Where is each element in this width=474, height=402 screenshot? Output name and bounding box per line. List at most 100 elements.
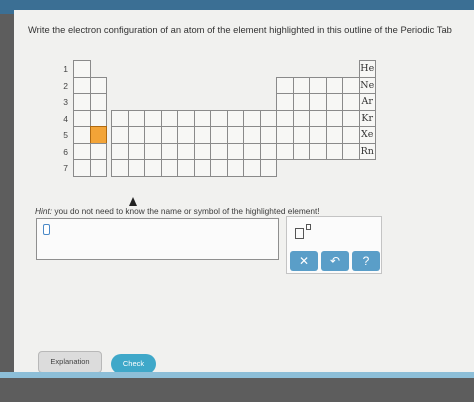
element-cell — [342, 109, 360, 127]
footer-strip — [0, 372, 474, 378]
element-cell — [111, 142, 129, 160]
element-cell — [259, 142, 277, 160]
element-cell — [292, 93, 310, 111]
help-button[interactable]: ? — [352, 251, 380, 271]
element-cell — [226, 109, 244, 127]
element-cell — [276, 126, 294, 144]
text-caret — [43, 224, 50, 235]
element-cell — [73, 126, 91, 144]
answer-input[interactable] — [36, 218, 279, 260]
element-cell — [193, 109, 211, 127]
element-cell: Xe — [358, 126, 376, 144]
element-cell — [73, 159, 91, 177]
explanation-button[interactable]: Explanation — [38, 351, 102, 373]
element-cell — [210, 126, 228, 144]
noble-gas-symbol: Ne — [360, 79, 375, 91]
period-label: 4 — [63, 113, 68, 124]
element-cell — [325, 93, 343, 111]
element-cell — [177, 142, 195, 160]
element-cell: He — [358, 60, 376, 78]
element-cell — [309, 142, 327, 160]
element-cell — [259, 159, 277, 177]
element-cell — [276, 76, 294, 94]
element-cell — [259, 109, 277, 127]
element-cell — [73, 109, 91, 127]
element-cell — [193, 142, 211, 160]
element-cell — [89, 109, 107, 127]
answer-toolbar: ✕ ↶ ? — [286, 216, 382, 274]
element-cell — [325, 142, 343, 160]
period-label: 6 — [63, 146, 68, 157]
undo-button[interactable]: ↶ — [321, 251, 349, 271]
element-cell — [325, 109, 343, 127]
element-cell — [144, 109, 162, 127]
element-cell — [177, 159, 195, 177]
element-cell — [243, 126, 261, 144]
noble-gas-symbol: He — [360, 63, 375, 74]
element-cell — [144, 142, 162, 160]
element-cell — [342, 126, 360, 144]
element-cell — [73, 93, 91, 111]
period-label: 1 — [63, 64, 68, 74]
element-cell — [160, 142, 178, 160]
element-cell — [177, 109, 195, 127]
element-cell — [325, 126, 343, 144]
element-cell — [73, 142, 91, 160]
hint-label: Hint: — [35, 206, 53, 216]
element-cell — [243, 142, 261, 160]
element-cell — [89, 76, 107, 94]
element-cell — [89, 142, 107, 160]
clear-button[interactable]: ✕ — [290, 251, 318, 271]
element-cell — [127, 159, 145, 177]
element-cell — [276, 142, 294, 160]
element-cell — [160, 126, 178, 144]
period-label: 3 — [63, 97, 68, 107]
element-cell — [127, 126, 145, 144]
element-cell — [325, 76, 343, 94]
element-cell — [160, 159, 178, 177]
element-cell — [259, 126, 277, 144]
element-cell — [210, 109, 228, 127]
element-cell — [309, 109, 327, 127]
element-cell — [292, 76, 310, 94]
element-cell: Ne — [358, 76, 376, 94]
element-cell — [292, 142, 310, 160]
hint: Hint: you do not need to know the name o… — [35, 206, 320, 216]
question-text: Write the electron configuration of an a… — [28, 24, 452, 35]
highlighted-element-cell — [89, 126, 107, 144]
element-cell — [111, 159, 129, 177]
check-button[interactable]: Check — [111, 354, 156, 374]
element-cell — [127, 142, 145, 160]
element-cell: Rn — [358, 142, 376, 160]
element-cell — [226, 159, 244, 177]
element-cell — [193, 126, 211, 144]
element-cell — [127, 109, 145, 127]
element-cell — [309, 76, 327, 94]
element-cell — [309, 93, 327, 111]
element-cell: Ar — [358, 93, 376, 111]
element-cell — [342, 142, 360, 160]
period-label: 7 — [63, 163, 68, 173]
element-cell — [226, 126, 244, 144]
element-cell — [89, 93, 107, 111]
mouse-cursor — [129, 197, 137, 206]
noble-gas-symbol: Kr — [361, 112, 374, 124]
element-cell — [144, 126, 162, 144]
element-cell — [309, 126, 327, 144]
element-cell — [160, 109, 178, 127]
element-cell — [210, 159, 228, 177]
question-panel: Write the electron configuration of an a… — [14, 10, 474, 375]
element-cell — [243, 109, 261, 127]
noble-gas-symbol: Ar — [361, 96, 373, 107]
element-cell — [276, 93, 294, 111]
element-cell — [292, 126, 310, 144]
element-cell — [73, 60, 91, 78]
hint-text: you do not need to know the name or symb… — [52, 206, 320, 216]
element-cell — [144, 159, 162, 177]
element-cell — [193, 159, 211, 177]
element-cell — [292, 109, 310, 127]
element-cell — [177, 126, 195, 144]
element-cell — [89, 159, 107, 177]
superscript-icon[interactable] — [295, 224, 311, 239]
element-cell — [342, 76, 360, 94]
